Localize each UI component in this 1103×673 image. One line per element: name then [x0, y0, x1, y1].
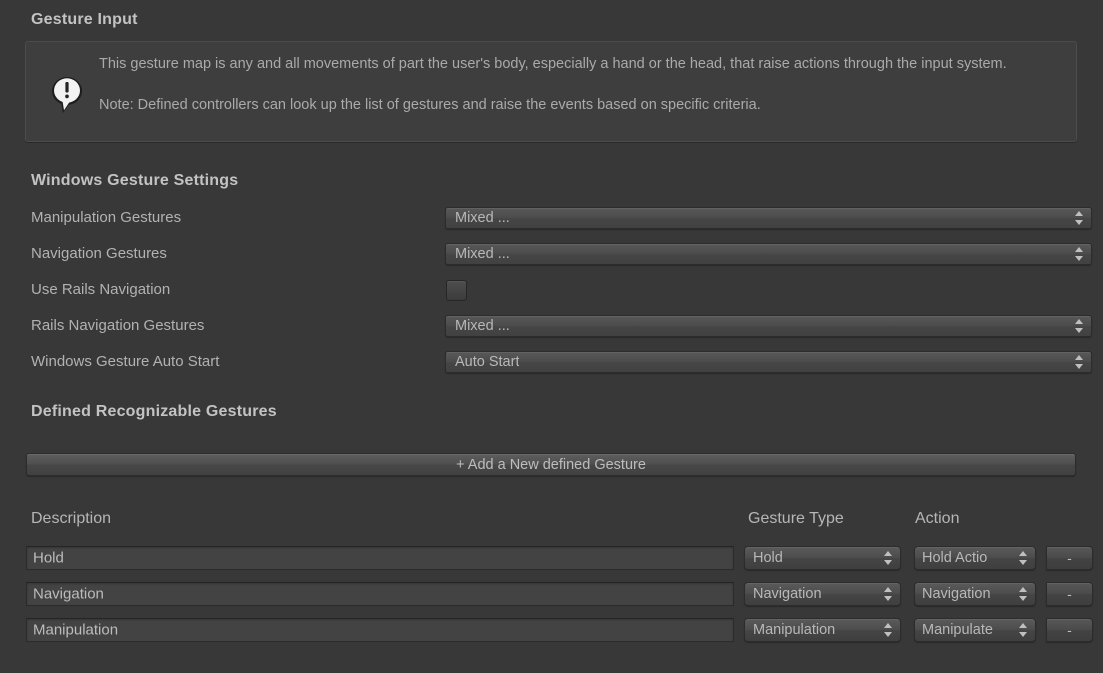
dropdown-navigation-gestures[interactable]: Mixed ...: [445, 243, 1092, 265]
action-dropdown[interactable]: Hold Actio: [914, 546, 1036, 570]
dropdown-rails-navigation-gestures[interactable]: Mixed ...: [445, 315, 1092, 337]
gesture-type-dropdown[interactable]: Navigation: [744, 582, 901, 606]
remove-row-button[interactable]: -: [1046, 618, 1093, 642]
gesture-type-dropdown[interactable]: Hold: [744, 546, 901, 570]
label-use-rails-navigation: Use Rails Navigation: [31, 281, 170, 298]
dropdown-manipulation-gestures-value: Mixed ...: [455, 210, 510, 226]
checkbox-use-rails-navigation[interactable]: [446, 280, 467, 301]
description-input[interactable]: Hold: [26, 546, 734, 570]
label-manipulation-gestures: Manipulation Gestures: [31, 209, 181, 226]
chevron-updown-icon: [1075, 211, 1084, 225]
gesture-type-dropdown[interactable]: Manipulation: [744, 618, 901, 642]
gesture-type-dropdown-value: Manipulation: [753, 622, 835, 638]
chevron-updown-icon: [1019, 623, 1028, 637]
chevron-updown-icon: [884, 587, 893, 601]
dropdown-rails-navigation-gestures-value: Mixed ...: [455, 318, 510, 334]
label-rails-navigation-gestures: Rails Navigation Gestures: [31, 317, 204, 334]
gesture-type-dropdown-value: Hold: [753, 550, 783, 566]
label-navigation-gestures: Navigation Gestures: [31, 245, 167, 262]
chevron-updown-icon: [1075, 319, 1084, 333]
label-windows-gesture-auto-start: Windows Gesture Auto Start: [31, 353, 219, 370]
help-paragraph-1: This gesture map is any and all movement…: [99, 54, 1062, 75]
dropdown-navigation-gestures-value: Mixed ...: [455, 246, 510, 262]
gesture-type-dropdown-value: Navigation: [753, 586, 822, 602]
remove-row-label: -: [1067, 626, 1072, 634]
warning-balloon-icon: [45, 72, 89, 116]
remove-row-label: -: [1067, 554, 1072, 562]
column-header-action: Action: [915, 510, 959, 528]
description-input-value: Manipulation: [33, 622, 118, 639]
section-heading-defined-recognizable-gestures: Defined Recognizable Gestures: [31, 403, 277, 421]
remove-row-button[interactable]: -: [1046, 582, 1093, 606]
help-info-box: This gesture map is any and all movement…: [25, 41, 1077, 142]
action-dropdown-value: Manipulate: [922, 622, 993, 638]
help-paragraph-2: Note: Defined controllers can look up th…: [99, 95, 1062, 116]
chevron-updown-icon: [1019, 551, 1028, 565]
chevron-updown-icon: [884, 623, 893, 637]
add-new-defined-gesture-label: + Add a New defined Gesture: [456, 457, 646, 473]
column-header-gesture-type: Gesture Type: [748, 510, 844, 528]
table-row: Hold Hold Hold Actio -: [0, 543, 1103, 572]
description-input[interactable]: Manipulation: [26, 618, 734, 642]
table-row: Manipulation Manipulation Manipulate -: [0, 615, 1103, 644]
chevron-updown-icon: [884, 551, 893, 565]
action-dropdown-value: Navigation: [922, 586, 991, 602]
page-title: Gesture Input: [31, 11, 138, 29]
remove-row-button[interactable]: -: [1046, 546, 1093, 570]
description-input-value: Hold: [33, 550, 64, 567]
description-input[interactable]: Navigation: [26, 582, 734, 606]
action-dropdown[interactable]: Manipulate: [914, 618, 1036, 642]
help-text: This gesture map is any and all movement…: [99, 54, 1062, 116]
section-heading-windows-gesture-settings: Windows Gesture Settings: [31, 172, 238, 190]
column-header-description: Description: [31, 510, 111, 528]
chevron-updown-icon: [1075, 355, 1084, 369]
dropdown-manipulation-gestures[interactable]: Mixed ...: [445, 207, 1092, 229]
dropdown-windows-gesture-auto-start[interactable]: Auto Start: [445, 351, 1092, 373]
description-input-value: Navigation: [33, 586, 104, 603]
remove-row-label: -: [1067, 590, 1072, 598]
add-new-defined-gesture-button[interactable]: + Add a New defined Gesture: [26, 453, 1076, 476]
dropdown-windows-gesture-auto-start-value: Auto Start: [455, 354, 519, 370]
chevron-updown-icon: [1075, 247, 1084, 261]
action-dropdown-value: Hold Actio: [922, 550, 987, 566]
action-dropdown[interactable]: Navigation: [914, 582, 1036, 606]
chevron-updown-icon: [1019, 587, 1028, 601]
table-row: Navigation Navigation Navigation -: [0, 579, 1103, 608]
